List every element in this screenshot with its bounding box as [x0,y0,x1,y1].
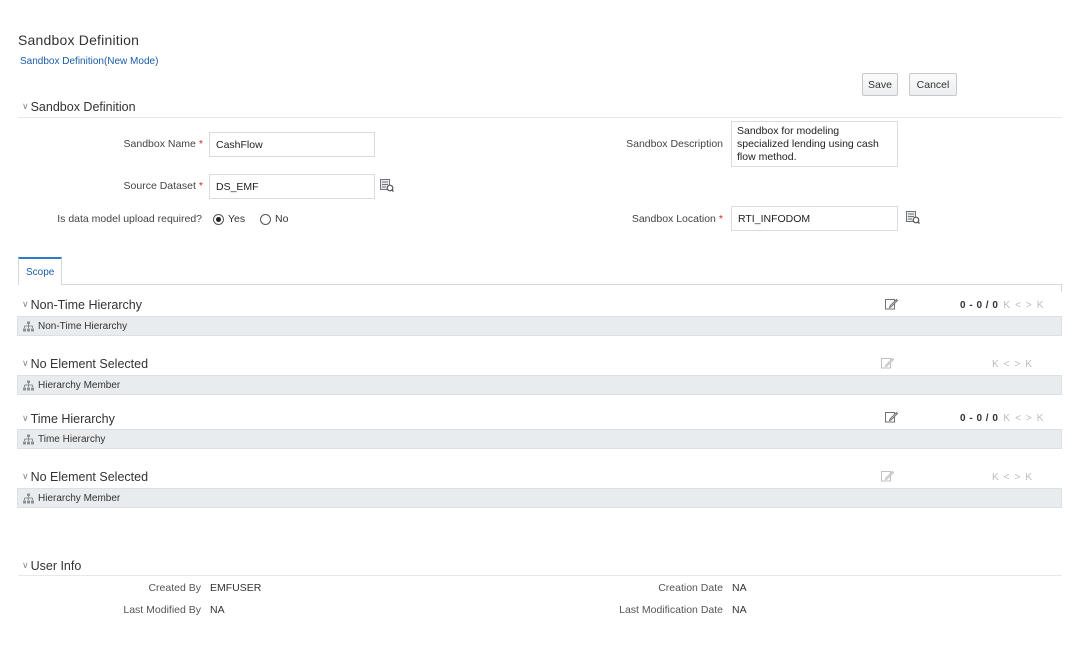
chevron-down-icon: ∨ [22,559,29,570]
next-page-icon: > [1014,472,1021,483]
no-element-selected-toggle[interactable]: ∨ No Element Selected [22,470,148,484]
pagination: 0 - 0 / 0 K < > K [960,300,1043,311]
time-hierarchy-bar[interactable]: Time Hierarchy [17,429,1062,449]
no-element-selected-toggle[interactable]: ∨ No Element Selected [22,357,148,371]
required-indicator: * [198,138,203,150]
upload-no-radio[interactable]: No [260,213,288,225]
group-heading: No Element Selected [30,357,149,371]
section-heading: User Info [30,559,82,573]
first-page-icon[interactable]: K [1003,300,1010,311]
pagination: K < > K [987,472,1032,483]
last-page-icon[interactable]: K [1037,300,1044,311]
bar-label: Hierarchy Member [38,492,121,504]
sandbox-name-input[interactable]: CashFlow [209,132,375,157]
chevron-down-icon: ∨ [22,470,29,481]
creation-date-value: NA [732,582,747,594]
pager-count: 0 - 0 / 0 [960,413,999,424]
last-page-icon: K [1025,472,1033,483]
radio-unselected-icon [260,213,271,225]
source-dataset-input[interactable]: DS_EMF [209,174,375,199]
radio-label: Yes [228,213,246,225]
last-modified-by-value: NA [210,604,225,616]
user-info-section-toggle[interactable]: ∨ User Info [22,559,81,573]
non-time-hierarchy-toggle[interactable]: ∨ Non-Time Hierarchy [22,298,142,312]
hierarchy-bar[interactable]: Non-Time Hierarchy [17,316,1062,336]
bar-label: Time Hierarchy [38,433,106,445]
previous-page-icon: < [1003,472,1010,483]
edit-icon [881,470,894,482]
group-heading: Non-Time Hierarchy [30,298,142,312]
pagination: 0 - 0 / 0 K < > K [960,413,1043,424]
page-title: Sandbox Definition [18,32,140,48]
radio-selected-icon [213,213,224,225]
last-modification-date-value: NA [732,604,747,616]
sandbox-definition-section-toggle[interactable]: ∨ Sandbox Definition [22,100,136,114]
created-by-label: Created By [148,582,201,594]
tab-scope[interactable]: Scope [18,257,63,285]
next-page-icon[interactable]: > [1026,413,1032,424]
chevron-down-icon: ∨ [22,100,29,111]
group-heading: No Element Selected [30,470,149,484]
previous-page-icon[interactable]: < [1015,413,1021,424]
hierarchy-tree-icon [23,493,34,503]
upload-yes-radio[interactable]: Yes [213,213,245,225]
required-indicator: * [718,213,723,225]
bar-label: Hierarchy Member [38,379,121,391]
sandbox-location-label: Sandbox Location * [590,213,723,225]
previous-page-icon: < [1003,359,1010,370]
tab-panel-border [1061,284,1062,292]
next-page-icon[interactable]: > [1026,300,1032,311]
save-button[interactable]: Save [862,73,898,96]
radio-label: No [275,213,289,225]
edit-icon[interactable] [885,298,898,310]
source-dataset-label: Source Dataset * [60,180,203,192]
last-page-icon: K [1025,359,1033,370]
cancel-button[interactable]: Cancel [909,73,957,96]
pagination: K < > K [987,359,1032,370]
previous-page-icon[interactable]: < [1015,300,1021,311]
first-page-icon: K [992,472,999,483]
sandbox-location-input[interactable]: RTI_INFODOM [731,206,898,231]
last-modified-by-label: Last Modified By [123,604,201,616]
breadcrumb[interactable]: Sandbox Definition(New Mode) [20,56,158,67]
first-page-icon[interactable]: K [1003,413,1010,424]
first-page-icon: K [992,359,999,370]
hierarchy-tree-icon [23,380,34,390]
next-page-icon: > [1014,359,1021,370]
label-text: Source Dataset [123,180,196,192]
required-indicator: * [198,180,203,192]
lookup-hierarchy-icon[interactable] [380,179,394,192]
pager-count: 0 - 0 / 0 [960,300,999,311]
edit-icon [881,357,894,369]
hierarchy-member-bar[interactable]: Hierarchy Member [17,375,1062,395]
label-text: Sandbox Name [123,138,196,150]
sandbox-description-textarea[interactable]: Sandbox for modeling specialized lending… [731,121,898,167]
hierarchy-member-bar[interactable]: Hierarchy Member [17,488,1062,508]
chevron-down-icon: ∨ [22,298,29,309]
hierarchy-tree-icon [23,321,34,331]
hierarchy-tree-icon [23,434,34,444]
sandbox-name-label: Sandbox Name * [60,138,203,150]
tab-strip-divider [18,284,1062,285]
bar-label: Non-Time Hierarchy [38,320,128,332]
creation-date-label: Creation Date [658,582,723,594]
last-page-icon[interactable]: K [1037,413,1044,424]
section-divider [18,575,1062,576]
sandbox-description-label: Sandbox Description [626,138,723,150]
group-heading: Time Hierarchy [30,412,115,426]
section-heading: Sandbox Definition [30,100,136,114]
lookup-hierarchy-icon[interactable] [906,211,920,224]
time-hierarchy-toggle[interactable]: ∨ Time Hierarchy [22,412,115,426]
created-by-value: EMFUSER [210,582,262,594]
chevron-down-icon: ∨ [22,412,29,423]
edit-icon[interactable] [885,411,898,423]
upload-required-label: Is data model upload required? [57,213,202,225]
label-text: Sandbox Location [631,213,716,225]
section-divider [18,117,1062,118]
last-modification-date-label: Last Modification Date [619,604,723,616]
chevron-down-icon: ∨ [22,357,29,368]
